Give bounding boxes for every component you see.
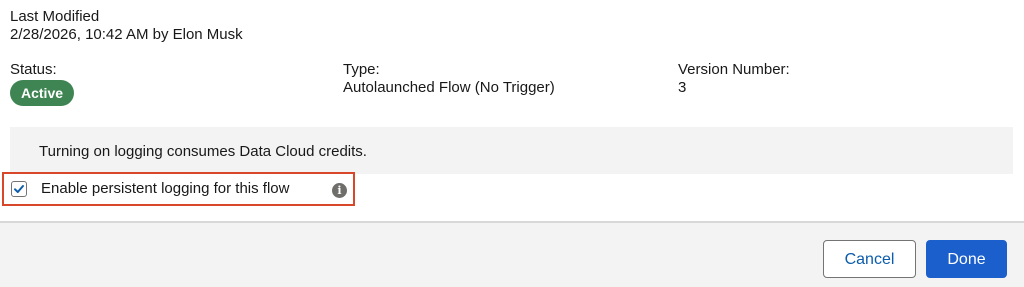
info-icon[interactable]: i [332, 183, 347, 198]
logging-notice-text: Turning on logging consumes Data Cloud c… [39, 143, 367, 160]
flow-info-row: Status: Active Type: Autolaunched Flow (… [0, 61, 1024, 111]
persistent-logging-option: Enable persistent logging for this flow … [2, 172, 355, 206]
status-label: Status: [10, 61, 57, 78]
type-label: Type: [343, 61, 380, 78]
status-badge: Active [10, 80, 75, 106]
flow-details-modal: Last Modified 2/28/2026, 10:42 AM by Elo… [0, 0, 1024, 287]
type-field: Type: Autolaunched Flow (No Trigger) [343, 61, 555, 97]
cancel-button[interactable]: Cancel [823, 240, 916, 278]
version-label: Version Number: [678, 61, 790, 78]
logging-notice: Turning on logging consumes Data Cloud c… [10, 127, 1013, 174]
persistent-logging-checkbox[interactable] [11, 181, 27, 197]
status-field: Status: Active [10, 61, 75, 106]
persistent-logging-label[interactable]: Enable persistent logging for this flow [41, 180, 289, 198]
last-modified-label: Last Modified [10, 8, 100, 25]
last-modified-value: 2/28/2026, 10:42 AM by Elon Musk [10, 26, 243, 43]
last-modified-section: Last Modified 2/28/2026, 10:42 AM by Elo… [10, 8, 243, 44]
version-value: 3 [678, 79, 687, 96]
version-field: Version Number: 3 [678, 61, 790, 97]
checkmark-icon [14, 185, 24, 193]
type-value: Autolaunched Flow (No Trigger) [343, 79, 555, 96]
modal-footer: Cancel Done [0, 221, 1024, 287]
done-button[interactable]: Done [926, 240, 1007, 278]
